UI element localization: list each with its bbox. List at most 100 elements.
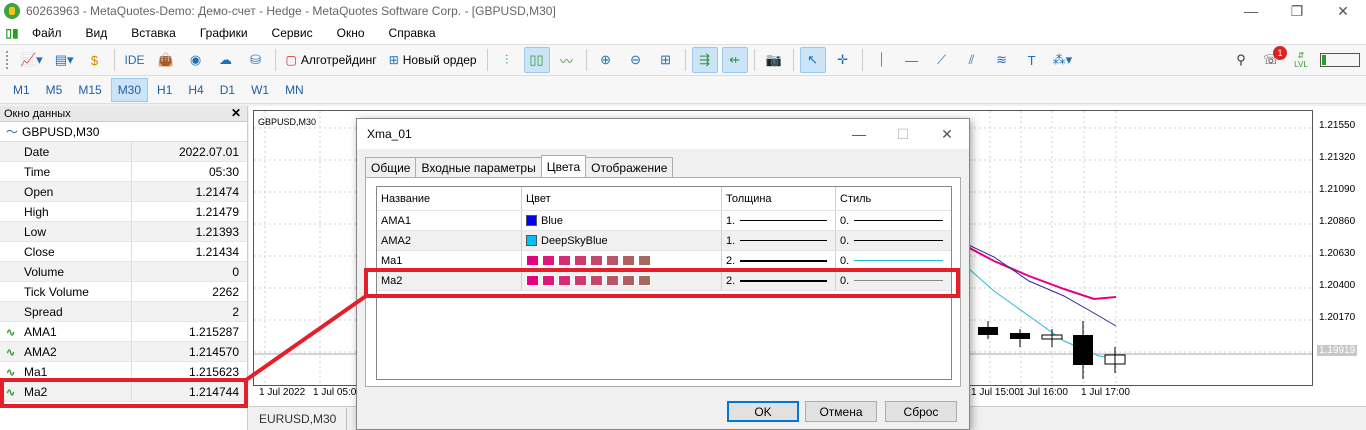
tf-d1[interactable]: D1 [213, 78, 242, 102]
close-icon[interactable]: ✕ [231, 106, 241, 120]
cancel-button[interactable]: Отмена [805, 401, 877, 422]
tf-mn[interactable]: MN [278, 78, 311, 102]
tab-inputs[interactable]: Входные параметры [415, 157, 542, 177]
data-window-title-text: Окно данных [4, 107, 71, 120]
color-square[interactable] [542, 255, 555, 266]
text-icon[interactable]: T [1019, 47, 1045, 73]
grid-icon[interactable]: ⊞ [653, 47, 679, 73]
tf-h4[interactable]: H4 [181, 78, 210, 102]
horizontal-line-icon[interactable]: — [899, 47, 925, 73]
data-row: Close 1.21434 [0, 242, 247, 262]
notifications-icon[interactable]: ☏ 1 [1258, 46, 1287, 73]
data-key: Low [0, 222, 132, 241]
price-label: 1.21550 [1319, 120, 1356, 131]
price-label: 1.21090 [1319, 184, 1356, 195]
ide-button[interactable]: IDE [121, 47, 149, 73]
style-cell[interactable]: 0. [836, 211, 951, 230]
new-chart-icon[interactable]: 📈▾ [16, 47, 47, 73]
menu-view[interactable]: Вид [74, 26, 120, 40]
symbol-label: GBPUSD,M30 [22, 124, 100, 139]
templates-icon[interactable]: ▤▾ [51, 47, 78, 73]
menu-help[interactable]: Справка [377, 26, 448, 40]
price-label: 1.20860 [1319, 216, 1356, 227]
style-value: 0. [840, 214, 850, 227]
ok-button[interactable]: OK [727, 401, 799, 422]
new-order-button[interactable]: ⊞ Новый ордер [385, 47, 481, 73]
color-swatch[interactable] [526, 235, 537, 246]
channel-icon[interactable]: ⫽ [959, 47, 985, 73]
tf-m5[interactable]: M5 [39, 78, 70, 102]
color-square[interactable] [638, 255, 651, 266]
menu-window[interactable]: Окно [325, 26, 377, 40]
header-color: Цвет [522, 187, 722, 210]
menu-charts[interactable]: Графики [188, 26, 260, 40]
crosshair-icon[interactable]: ✛ [830, 47, 856, 73]
minimize-icon[interactable]: — [1228, 0, 1274, 22]
style-value: 0. [840, 234, 850, 247]
market-icon[interactable]: $ [82, 47, 108, 73]
signal-icon[interactable]: ◉ [183, 47, 209, 73]
chart-tab[interactable]: EURUSD,M30 [249, 407, 348, 430]
color-square[interactable] [622, 255, 635, 266]
line-chart-icon[interactable]: 〰 [554, 47, 580, 73]
color-square[interactable] [606, 255, 619, 266]
bar-chart-icon[interactable]: ⫶ [494, 47, 520, 73]
cursor-icon[interactable]: ↖ [799, 47, 826, 73]
highlight-box-data-row [0, 378, 248, 408]
algotrading-button[interactable]: ▢ Алготрейдинг [282, 47, 381, 73]
tf-h1[interactable]: H1 [150, 78, 179, 102]
time-label: 1 Jul 2022 [259, 387, 306, 398]
color-row[interactable]: AMA1 Blue 1. 0. [377, 211, 951, 231]
color-name: DeepSkyBlue [541, 234, 608, 247]
tf-w1[interactable]: W1 [244, 78, 276, 102]
menu-insert[interactable]: Вставка [119, 26, 188, 40]
dialog-tabs: Общие Входные параметры Цвета Отображени… [365, 155, 674, 177]
close-icon[interactable]: ✕ [1320, 0, 1366, 22]
color-square[interactable] [526, 255, 539, 266]
style-cell[interactable]: 0. [836, 231, 951, 250]
tab-visualization[interactable]: Отображение [585, 157, 674, 177]
tf-m1[interactable]: M1 [6, 78, 37, 102]
color-name: Blue [541, 214, 564, 227]
restore-icon[interactable]: ❐ [1274, 0, 1320, 22]
zoom-out-icon[interactable]: ⊖ [623, 47, 649, 73]
vps-icon[interactable]: ⛁ [243, 47, 269, 73]
color-square[interactable] [590, 255, 603, 266]
trendline-icon[interactable]: ⟋ [929, 47, 955, 73]
shapes-icon[interactable]: ⁂▾ [1049, 47, 1077, 73]
color-cell[interactable]: Blue [522, 211, 722, 230]
color-square[interactable] [574, 255, 587, 266]
bag-icon[interactable]: 👜 [153, 47, 179, 73]
vertical-line-icon[interactable]: ⏐ [869, 47, 895, 73]
tab-colors[interactable]: Цвета [540, 155, 587, 177]
tf-m30[interactable]: M30 [110, 77, 149, 102]
candle-chart-icon[interactable]: ▯▯ [523, 47, 550, 73]
tf-m15[interactable]: M15 [71, 78, 108, 102]
search-icon[interactable]: ⚲ [1228, 47, 1254, 73]
chart-shift-icon[interactable]: ⇷ [721, 47, 748, 73]
reset-button[interactable]: Сброс [885, 401, 957, 422]
width-cell[interactable]: 1. [722, 231, 836, 250]
menu-file[interactable]: Файл [20, 26, 74, 40]
separator [684, 49, 686, 71]
cloud-icon[interactable]: ☁ [213, 47, 239, 73]
color-row[interactable]: AMA2 DeepSkyBlue 1. 0. [377, 231, 951, 251]
color-swatch[interactable] [526, 215, 537, 226]
color-square[interactable] [558, 255, 571, 266]
minimize-icon[interactable]: — [839, 119, 879, 149]
width-cell[interactable]: 1. [722, 211, 836, 230]
width-value: 1. [726, 234, 736, 247]
data-row: Time 05:30 [0, 162, 247, 182]
price-label: 1.20400 [1319, 280, 1356, 291]
autoscroll-icon[interactable]: ⇶ [691, 47, 718, 73]
main-toolbar: 📈▾ ▤▾ $ IDE 👜 ◉ ☁ ⛁ ▢ Алготрейдинг ⊞ Новый… [0, 44, 1366, 76]
menu-tools[interactable]: Сервис [260, 26, 325, 40]
zoom-in-icon[interactable]: ⊕ [593, 47, 619, 73]
lvl-label: LVL [1294, 60, 1308, 69]
close-icon[interactable]: ✕ [927, 119, 967, 149]
screenshot-icon[interactable]: 📷 [761, 47, 787, 73]
tab-general[interactable]: Общие [365, 157, 417, 177]
color-cell[interactable]: DeepSkyBlue [522, 231, 722, 250]
fibo-icon[interactable]: ≋ [989, 47, 1015, 73]
signal-level-icon[interactable]: ⇵ LVL [1288, 47, 1314, 73]
